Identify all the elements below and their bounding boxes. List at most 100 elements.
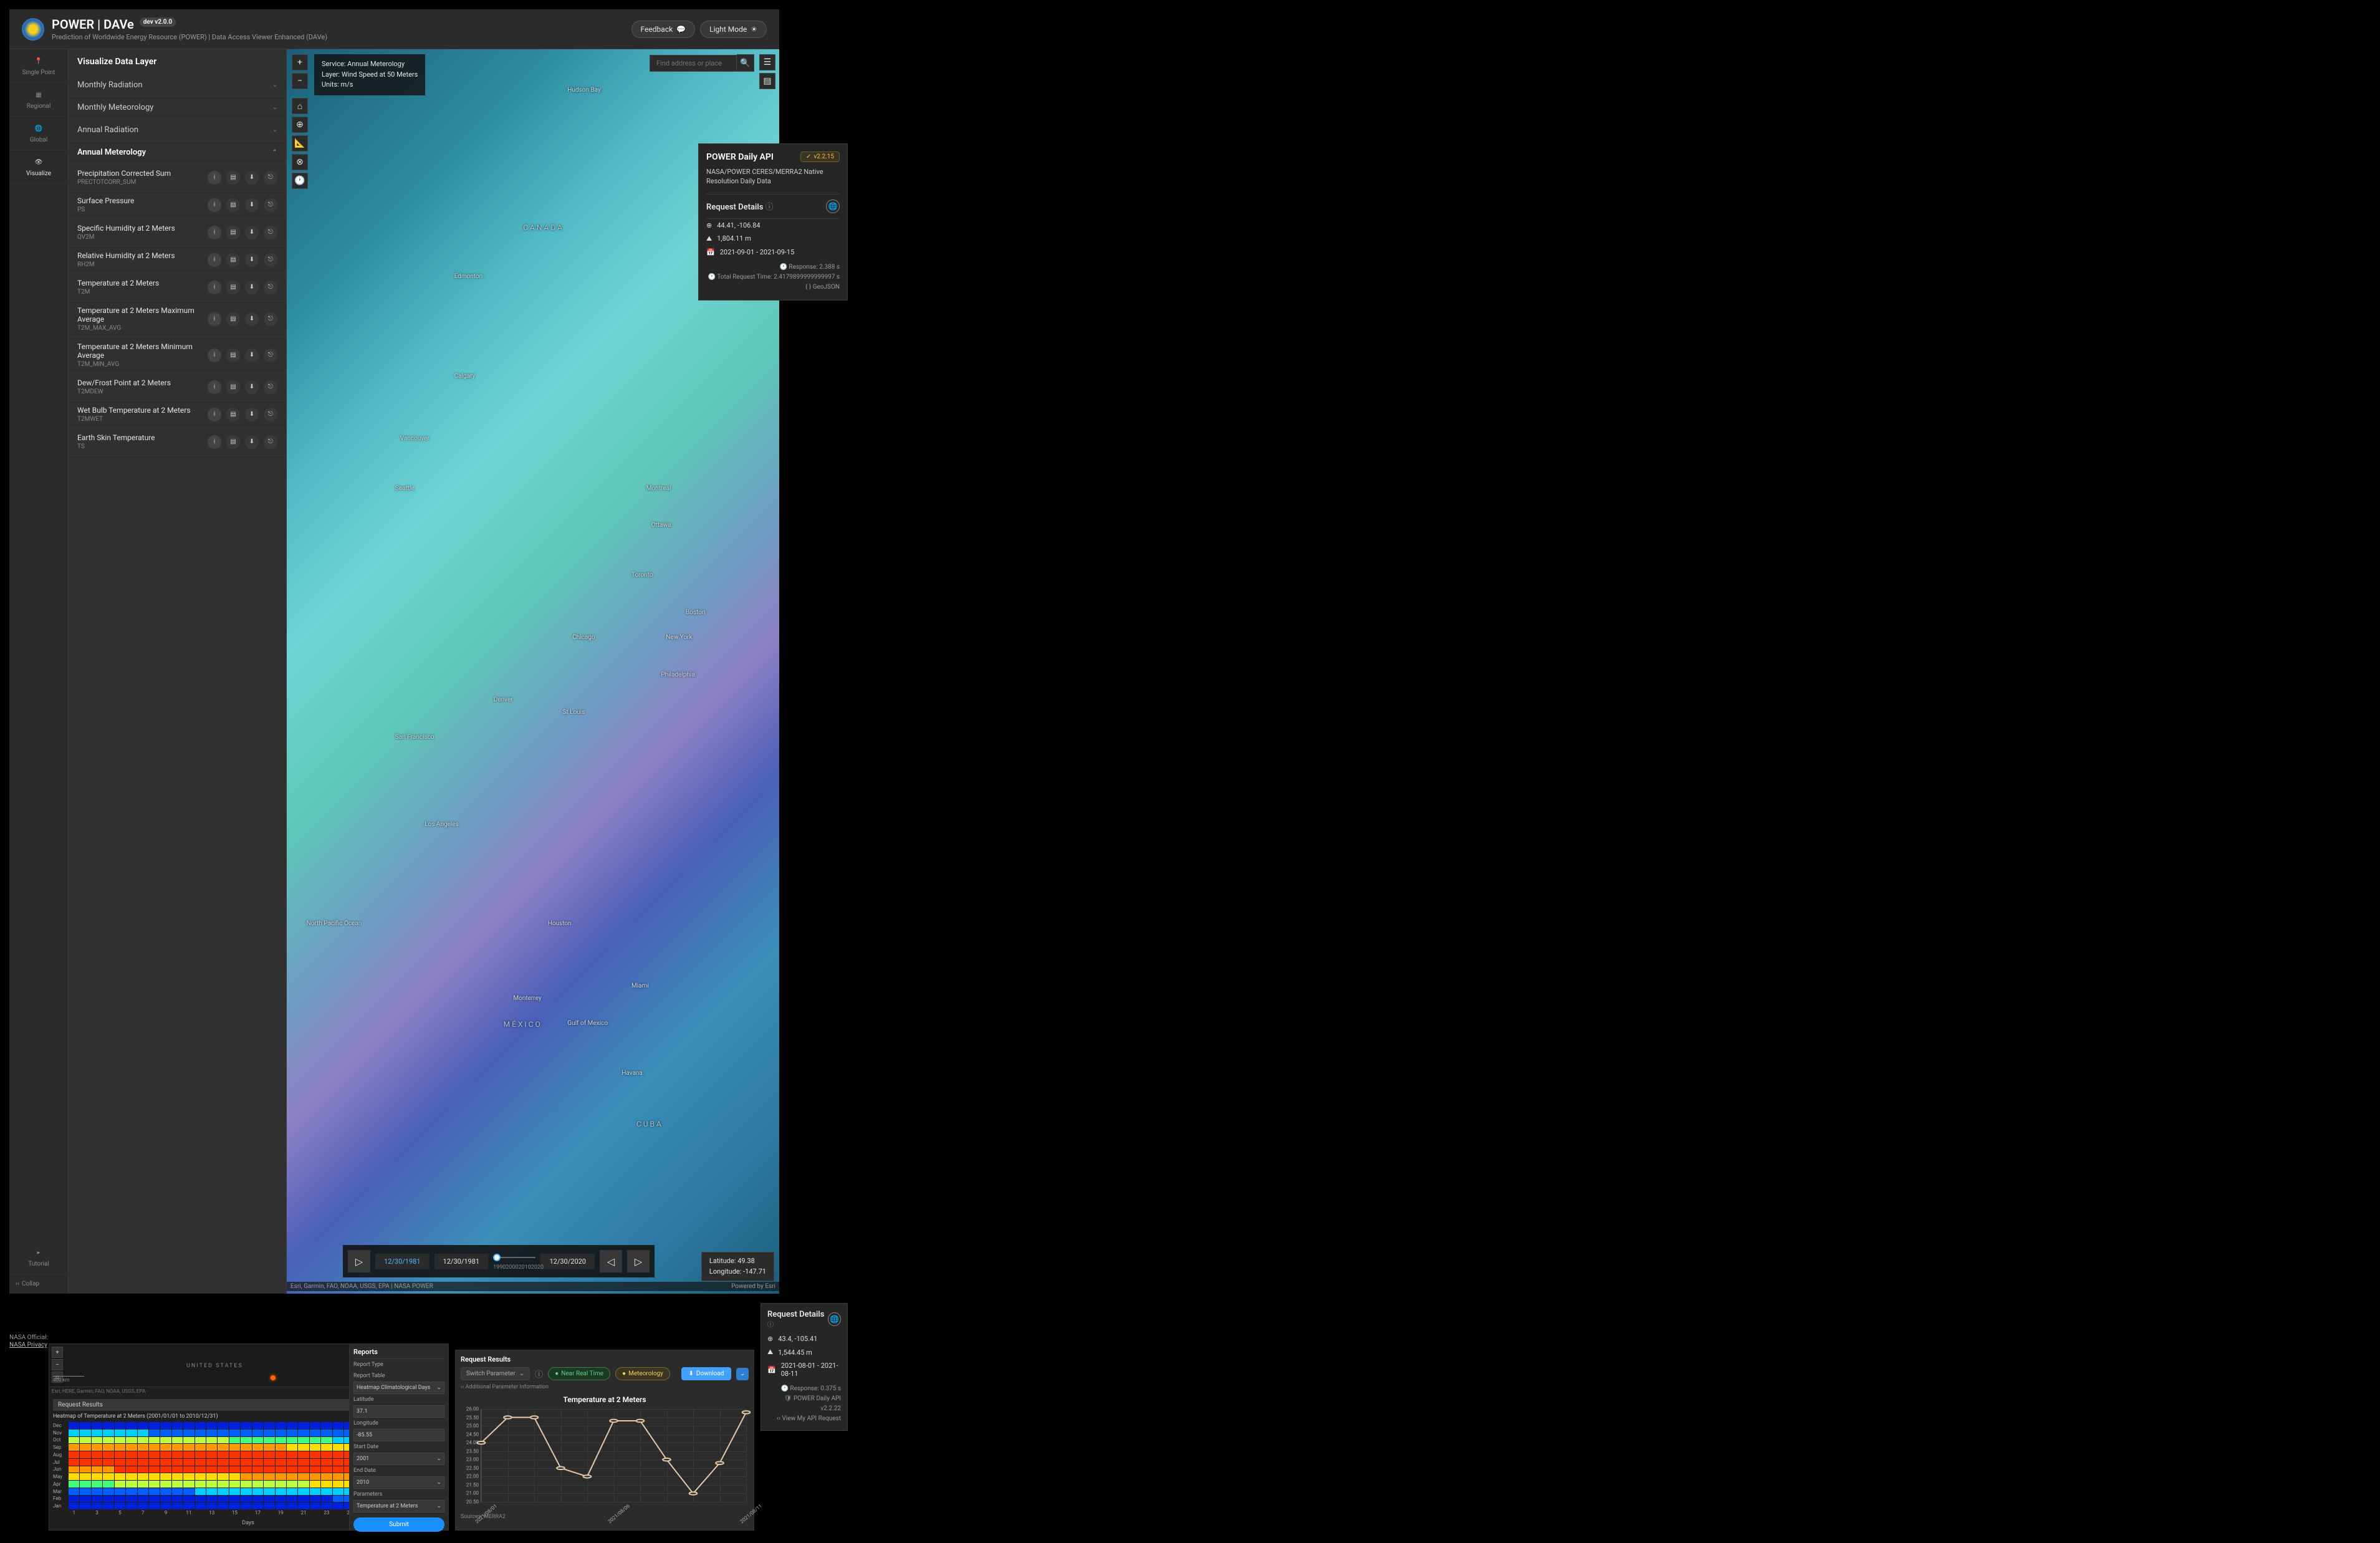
link-icon[interactable]: ⎋ [264, 198, 277, 212]
time-slider[interactable]: 1990 2000 2010 2020 [493, 1252, 535, 1271]
add-icon[interactable]: ▤ [226, 312, 240, 326]
section-monthly-rad[interactable]: Monthly Radiation⌄ [69, 74, 286, 97]
info-icon[interactable]: i [208, 435, 221, 449]
step-back-button[interactable]: ◁ [600, 1250, 622, 1272]
link-icon[interactable]: ⎋ [264, 435, 277, 449]
nrt-pill[interactable]: ● Near Real Time [548, 1367, 610, 1380]
step-fwd-button[interactable]: ▷ [627, 1250, 650, 1272]
link-icon[interactable]: ⎋ [264, 348, 277, 362]
info-icon[interactable]: i [208, 171, 221, 185]
add-icon[interactable]: ▤ [226, 198, 240, 212]
info-icon[interactable]: i [208, 408, 221, 421]
light-mode-button[interactable]: Light Mode☀ [700, 21, 767, 38]
param-row[interactable]: Precipitation Corrected SumPRECTOTCORR_S… [69, 164, 286, 191]
locate-button[interactable]: ⊕ [292, 117, 308, 133]
param-row[interactable]: Wet Bulb Temperature at 2 MetersT2MWET i… [69, 401, 286, 428]
download-icon[interactable]: ⬇ [245, 198, 259, 212]
param-row[interactable]: Temperature at 2 Meters Minimum AverageT… [69, 337, 286, 373]
info-icon[interactable]: i [208, 253, 221, 267]
param-row[interactable]: Relative Humidity at 2 MetersRH2M i ▤ ⬇ … [69, 246, 286, 274]
add-icon[interactable]: ▤ [226, 408, 240, 421]
download-icon[interactable]: ⬇ [245, 408, 259, 421]
nav-regional[interactable]: ▦Regional [9, 83, 68, 117]
info-icon[interactable]: ⓘ [767, 1322, 774, 1329]
view-request-link[interactable]: ‹› View My API Request [767, 1414, 841, 1424]
download-icon[interactable]: ⬇ [245, 380, 259, 394]
measure-button[interactable]: 📐 [292, 135, 308, 151]
section-annual-rad[interactable]: Annual Radiation⌄ [69, 119, 286, 142]
add-icon[interactable]: ▤ [226, 253, 240, 267]
info-icon[interactable]: i [208, 226, 221, 239]
nav-tutorial[interactable]: ▸Tutorial [9, 1241, 68, 1274]
home-button[interactable]: ⌂ [292, 98, 308, 114]
info-icon[interactable]: i [208, 312, 221, 326]
time-button[interactable]: 🕐 [292, 173, 308, 189]
param-row[interactable]: Temperature at 2 MetersT2M i ▤ ⬇ ⎋ [69, 274, 286, 301]
info-icon[interactable]: i [208, 348, 221, 362]
download-icon[interactable]: ⬇ [245, 348, 259, 362]
add-icon[interactable]: ▤ [226, 171, 240, 185]
param-row[interactable]: Specific Humidity at 2 MetersQV2M i ▤ ⬇ … [69, 219, 286, 246]
zoom-in-button[interactable]: + [52, 1347, 63, 1358]
info-icon[interactable]: ⓘ [765, 203, 774, 212]
add-icon[interactable]: ▤ [226, 435, 240, 449]
end-select[interactable]: 2010⌄ [353, 1476, 444, 1489]
time-start[interactable]: 12/30/1981 [375, 1254, 429, 1269]
zoom-out-button[interactable]: − [52, 1359, 63, 1370]
geojson-label[interactable]: { } GeoJSON [706, 282, 840, 292]
param-row[interactable]: Temperature at 2 Meters Maximum AverageT… [69, 301, 286, 337]
nasa-privacy-link[interactable]: NASA Privacy [9, 1341, 48, 1350]
link-icon[interactable]: ⎋ [264, 380, 277, 394]
download-icon[interactable]: ⬇ [245, 435, 259, 449]
play-button[interactable]: ▷ [348, 1250, 370, 1272]
table-select[interactable]: Heatmap Climatological Days⌄ [353, 1382, 444, 1394]
switch-param-select[interactable]: Switch Parameter⌄ [461, 1367, 530, 1380]
add-icon[interactable]: ▤ [226, 226, 240, 239]
download-icon[interactable]: ⬇ [245, 281, 259, 294]
link-icon[interactable]: ⎋ [264, 312, 277, 326]
globe-icon[interactable]: 🌐 [828, 1312, 841, 1326]
download-icon[interactable]: ⬇ [245, 226, 259, 239]
link-icon[interactable]: ⎋ [264, 408, 277, 421]
search-button[interactable]: 🔍 [737, 54, 754, 72]
info-icon[interactable]: ⓘ [535, 1368, 543, 1380]
start-select[interactable]: 2001⌄ [353, 1453, 444, 1465]
download-icon[interactable]: ⬇ [245, 171, 259, 185]
nav-visualize[interactable]: 👁Visualize [9, 150, 68, 184]
link-icon[interactable]: ⎋ [264, 281, 277, 294]
add-icon[interactable]: ▤ [226, 281, 240, 294]
zoom-out-button[interactable]: − [292, 73, 308, 89]
nav-global[interactable]: 🌐Global [9, 117, 68, 150]
add-icon[interactable]: ▤ [226, 380, 240, 394]
layers-button[interactable]: ▤ [759, 73, 775, 89]
param-row[interactable]: Earth Skin TemperatureTS i ▤ ⬇ ⎋ [69, 428, 286, 456]
download-button[interactable]: ⬇ Download [681, 1367, 732, 1380]
download-icon[interactable]: ⬇ [245, 253, 259, 267]
info-icon[interactable]: i [208, 380, 221, 394]
add-icon[interactable]: ▤ [226, 348, 240, 362]
slider-handle[interactable] [493, 1254, 501, 1261]
globe-icon[interactable]: 🌐 [826, 199, 840, 213]
nav-single-point[interactable]: 📍Single Point [9, 49, 68, 83]
feedback-button[interactable]: Feedback💬 [631, 21, 696, 38]
clear-button[interactable]: ⊗ [292, 154, 308, 170]
section-annual-met[interactable]: Annual Meterology⌃ [69, 142, 286, 164]
download-menu[interactable]: ⌄ [736, 1368, 749, 1380]
link-icon[interactable]: ⎋ [264, 171, 277, 185]
lon-input[interactable]: -85.55 [353, 1429, 444, 1441]
param-select[interactable]: Temperature at 2 Meters⌄ [353, 1500, 444, 1512]
section-monthly-met[interactable]: Monthly Meteorology⌄ [69, 97, 286, 119]
param-info-link[interactable]: ‹‹ Additional Parameter Information [461, 1384, 749, 1390]
submit-button[interactable]: Submit [353, 1517, 444, 1532]
lat-input[interactable]: 37.1 [353, 1405, 444, 1418]
search-input[interactable] [650, 55, 737, 72]
link-icon[interactable]: ⎋ [264, 253, 277, 267]
download-icon[interactable]: ⬇ [245, 312, 259, 326]
zoom-in-button[interactable]: + [292, 54, 308, 70]
legend-button[interactable]: ☰ [759, 54, 775, 70]
info-icon[interactable]: i [208, 281, 221, 294]
time-end[interactable]: 12/30/2020 [540, 1254, 595, 1269]
met-pill[interactable]: ● Meteorology [615, 1367, 670, 1380]
link-icon[interactable]: ⎋ [264, 226, 277, 239]
param-row[interactable]: Dew/Frost Point at 2 MetersT2MDEW i ▤ ⬇ … [69, 373, 286, 401]
